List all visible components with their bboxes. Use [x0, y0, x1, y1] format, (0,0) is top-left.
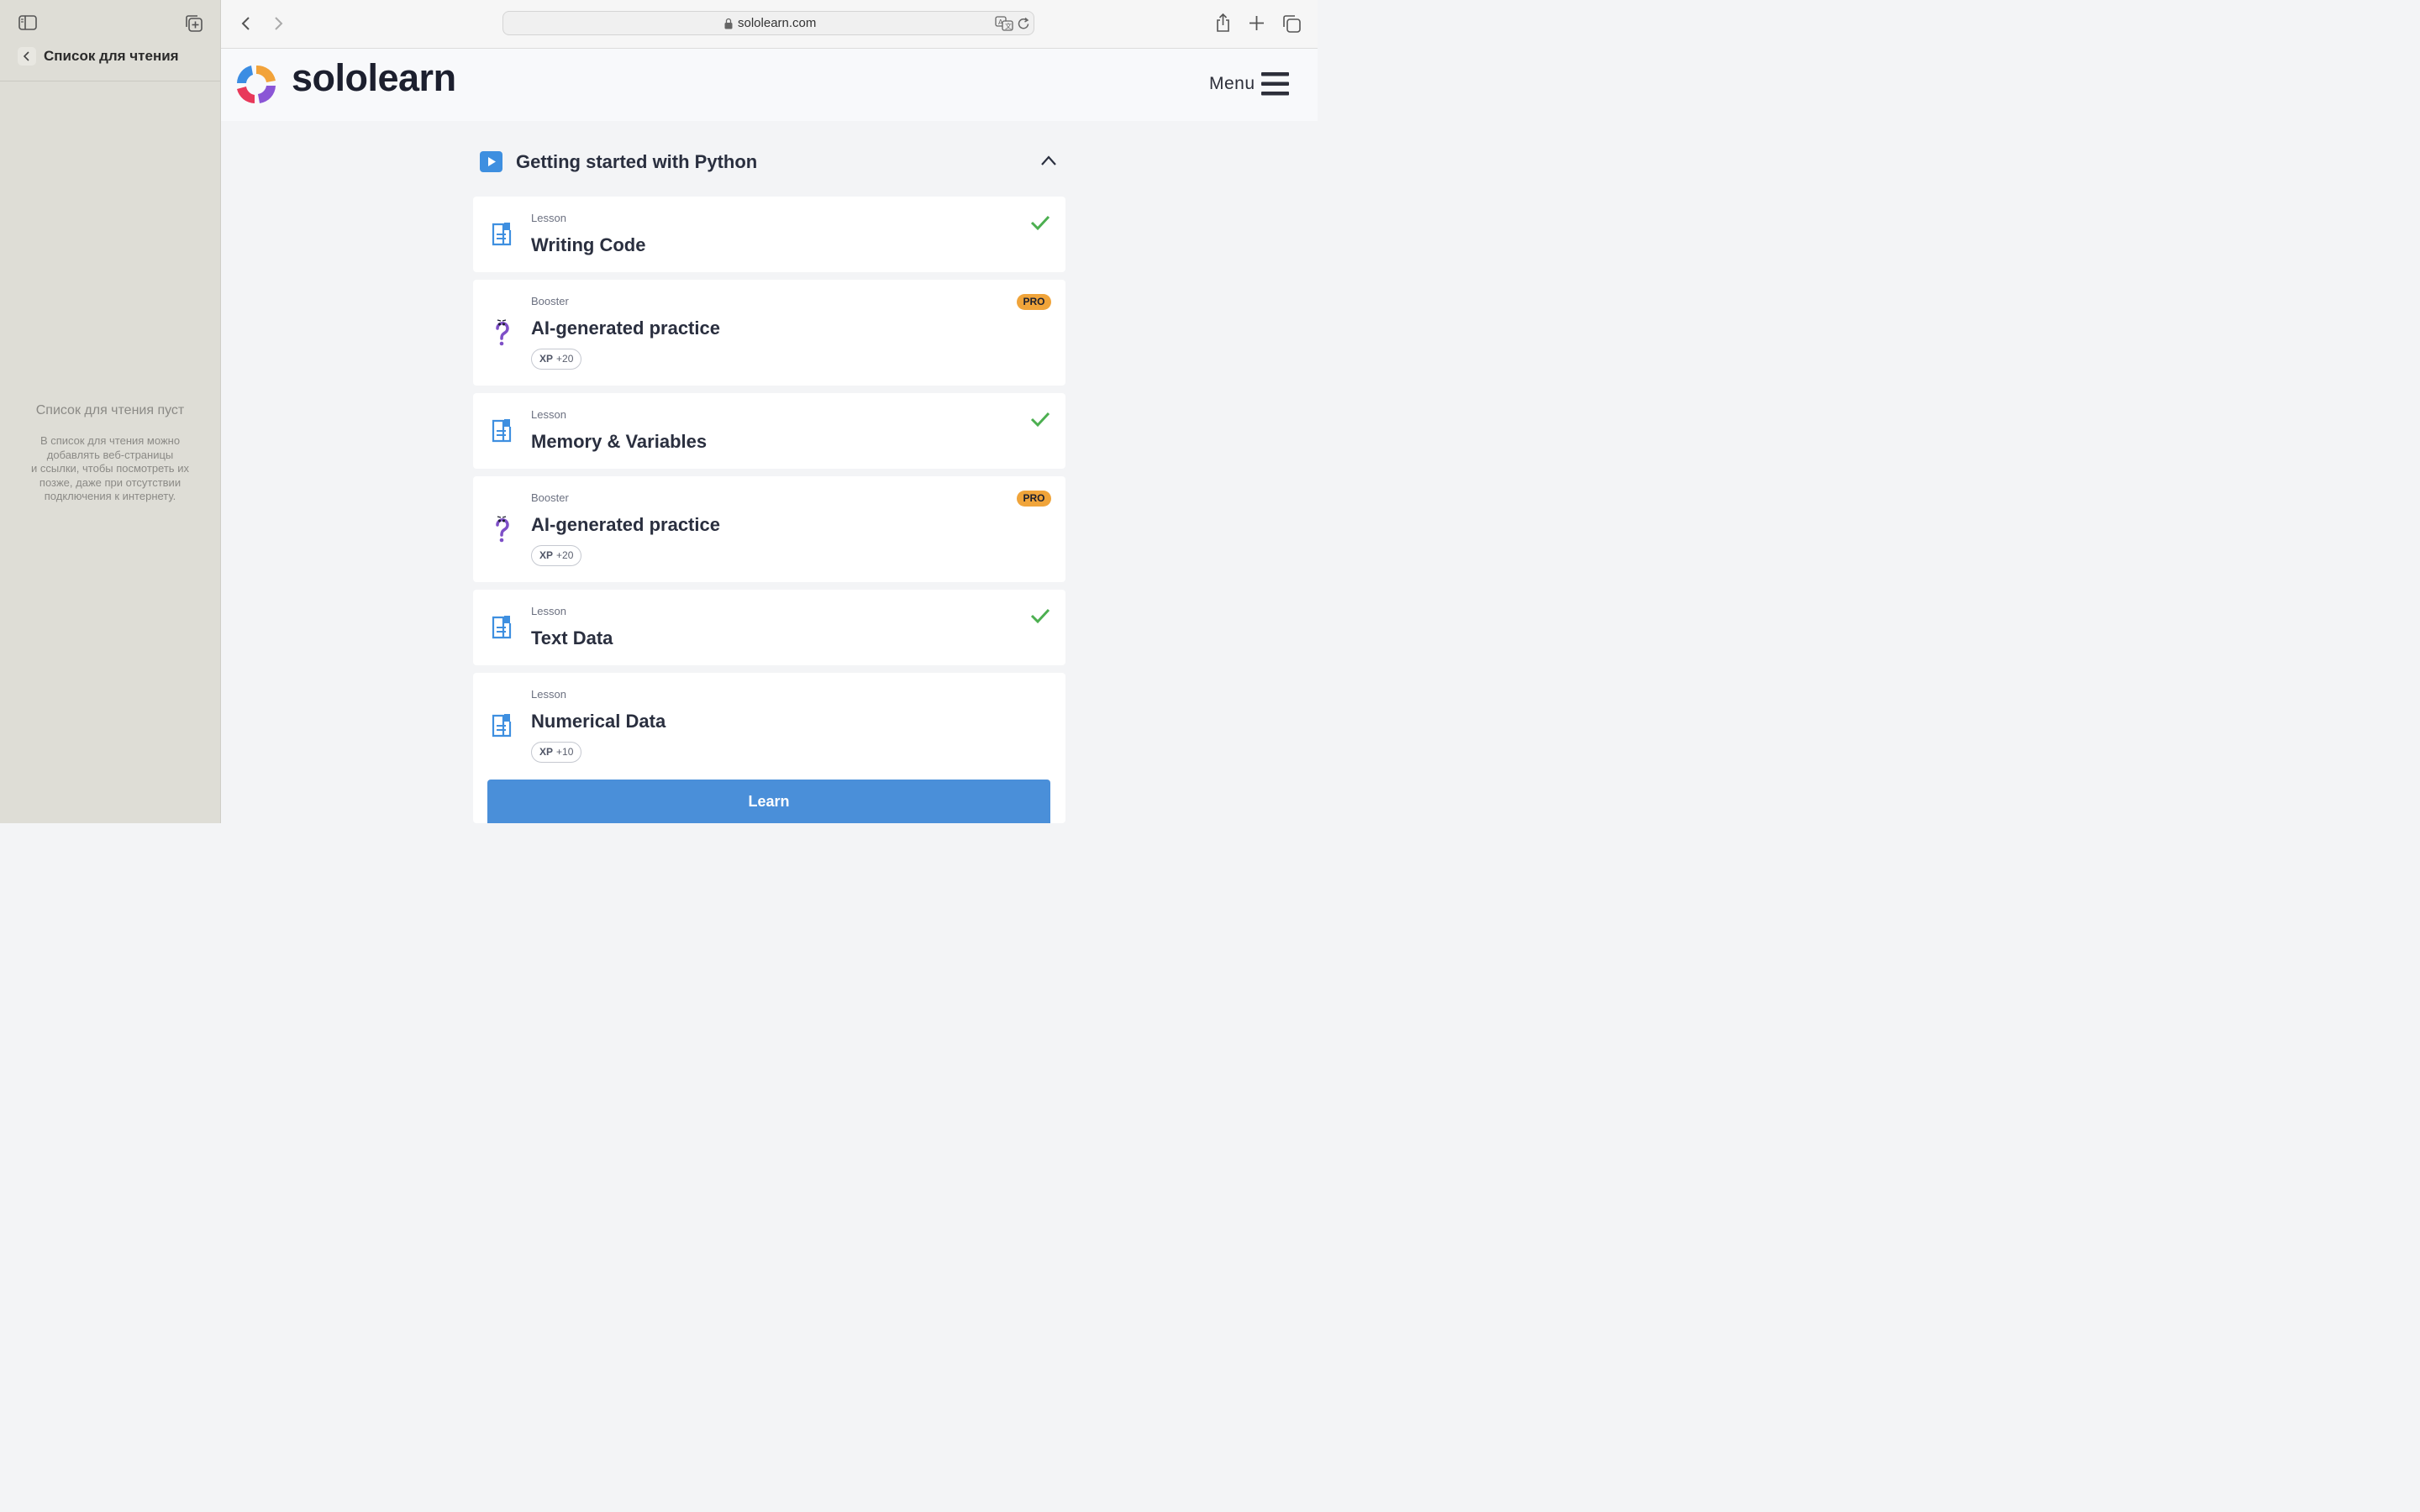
item-title: Numerical Data [531, 711, 666, 732]
booster-card[interactable]: Booster AI-generated practice PRO XP +20 [473, 476, 1065, 582]
svg-text:A: A [998, 18, 1003, 26]
url-text[interactable]: sololearn.com [738, 16, 816, 30]
xp-value: +20 [556, 549, 574, 561]
sidebar-toggle-icon[interactable] [18, 15, 37, 30]
lesson-document-icon [492, 616, 512, 639]
menu-label[interactable]: Menu [1209, 74, 1255, 94]
hamburger-menu-icon[interactable] [1261, 72, 1289, 96]
xp-badge: XP +10 [531, 742, 582, 763]
checkmark-icon [1030, 215, 1050, 231]
item-title: Memory & Variables [531, 431, 708, 452]
booster-card[interactable]: Booster AI-generated practice PRO XP +20 [473, 280, 1065, 386]
lock-icon [724, 18, 733, 29]
learn-button[interactable]: Learn [487, 780, 1050, 823]
xp-badge: XP +20 [531, 349, 582, 370]
back-icon[interactable] [239, 14, 253, 33]
sololearn-logo-icon[interactable] [234, 62, 279, 107]
lesson-card[interactable]: Lesson Memory & Variables [473, 393, 1065, 469]
item-title: AI-generated practice [531, 318, 720, 339]
lesson-card[interactable]: Lesson Writing Code [473, 197, 1065, 272]
item-kind: Lesson [531, 212, 566, 224]
lesson-card[interactable]: Lesson Text Data [473, 590, 1065, 665]
booster-question-icon [496, 319, 509, 346]
item-kind: Booster [531, 295, 569, 307]
lesson-document-icon [492, 419, 512, 443]
xp-value: +10 [556, 746, 574, 758]
item-title: AI-generated practice [531, 514, 720, 535]
xp-label: XP [539, 746, 554, 758]
xp-label: XP [539, 549, 554, 561]
sidebar-title: Список для чтения [44, 48, 179, 64]
forward-icon[interactable] [271, 14, 285, 33]
sidebar-back-button[interactable] [18, 47, 36, 66]
chevron-left-icon [23, 51, 29, 61]
xp-badge: XP +20 [531, 545, 582, 566]
checkmark-icon [1030, 412, 1050, 428]
item-kind: Lesson [531, 408, 566, 421]
booster-question-icon [496, 516, 509, 543]
share-icon[interactable] [1215, 13, 1231, 33]
item-kind: Lesson [531, 688, 566, 701]
tab-overview-icon[interactable] [1282, 14, 1301, 33]
section-title[interactable]: Getting started with Python [516, 151, 757, 173]
new-tab-icon[interactable] [1249, 15, 1265, 31]
lesson-document-icon [492, 714, 512, 738]
logo-text[interactable]: sololearn [292, 56, 456, 100]
translate-icon[interactable]: A 文 [995, 16, 1013, 31]
xp-value: +20 [556, 353, 574, 365]
empty-state-description: В список для чтения можно добавлять веб-… [31, 434, 189, 502]
empty-state-title: Список для чтения пуст [35, 403, 185, 417]
play-icon [480, 151, 502, 172]
xp-label: XP [539, 353, 554, 365]
reading-list-sidebar: Список для чтения Список для чтения пуст… [0, 0, 221, 823]
chevron-up-icon[interactable] [1040, 155, 1057, 166]
add-to-reading-list-icon[interactable] [185, 14, 203, 32]
lesson-document-icon [492, 223, 512, 246]
pro-badge: PRO [1017, 294, 1051, 310]
pro-badge: PRO [1017, 491, 1051, 507]
checkmark-icon [1030, 608, 1050, 624]
svg-text:文: 文 [1005, 22, 1012, 30]
item-kind: Booster [531, 491, 569, 504]
item-title: Writing Code [531, 234, 646, 255]
reload-icon[interactable] [1018, 17, 1030, 30]
item-kind: Lesson [531, 605, 566, 617]
item-title: Text Data [531, 627, 613, 648]
